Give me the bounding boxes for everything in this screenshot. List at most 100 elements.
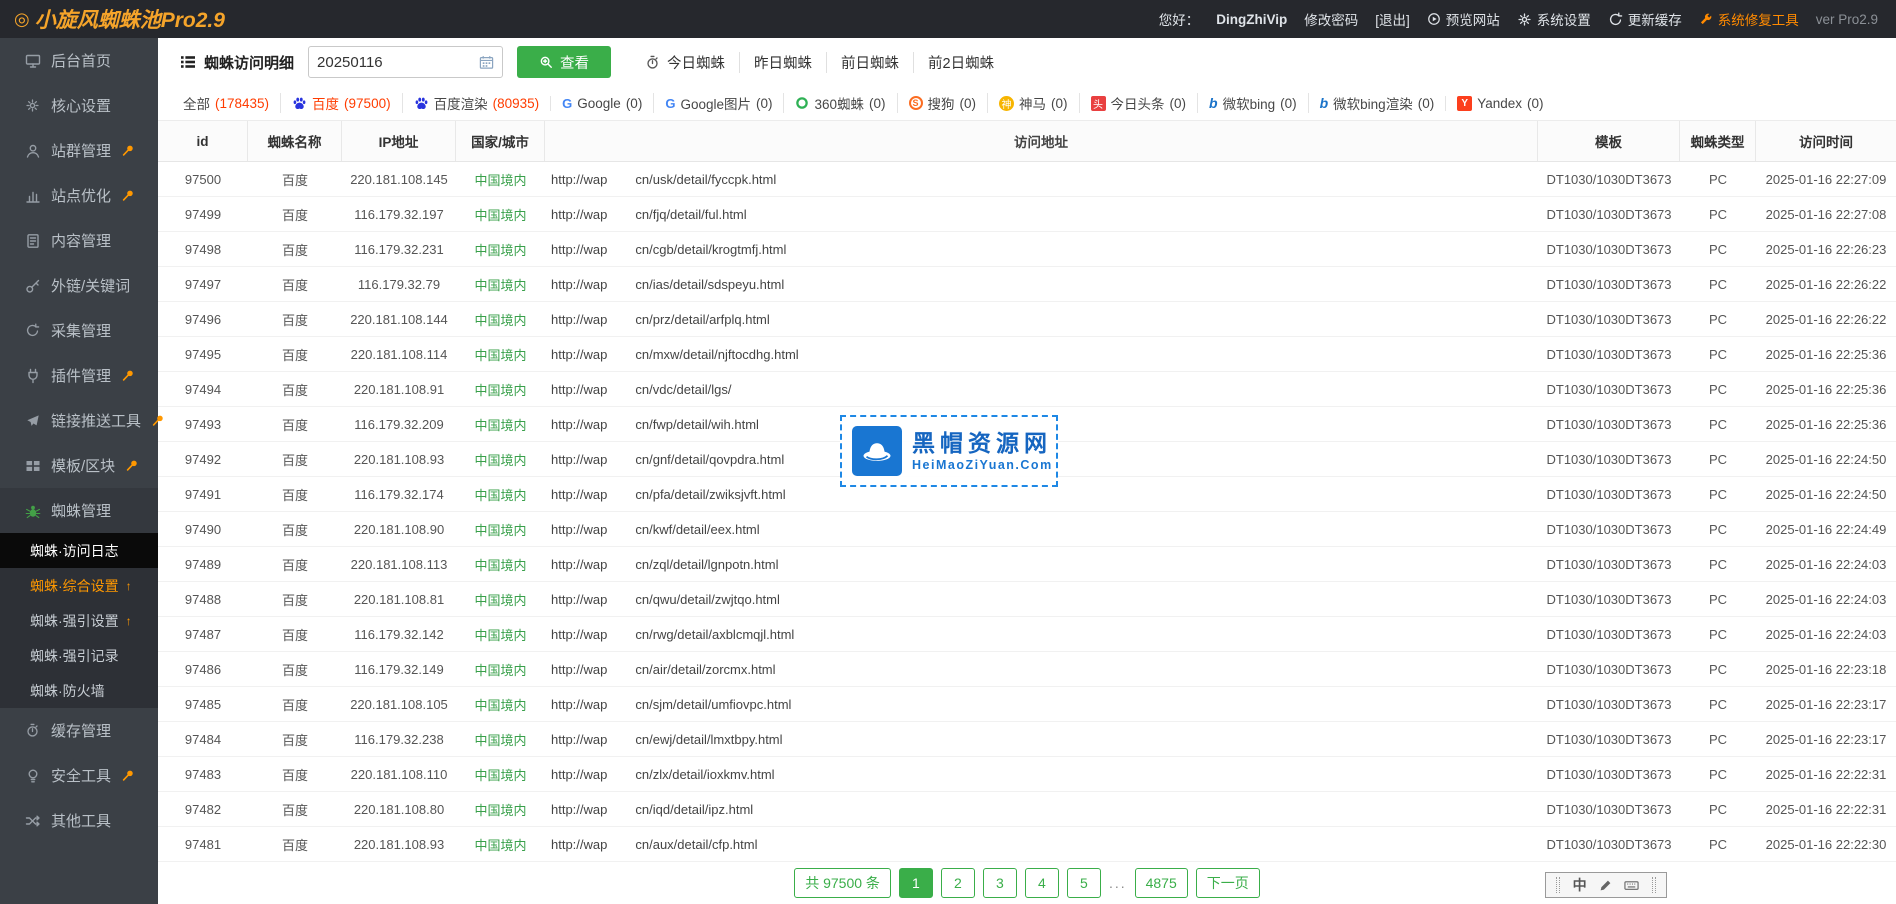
cell-visit-url: http://wap cn/qwu/detail/zwjtqo.html	[545, 582, 1538, 616]
sidebar-item[interactable]: 站点优化	[0, 173, 158, 218]
pen-icon[interactable]	[1599, 879, 1612, 892]
cell-ip: 116.179.32.197	[342, 197, 456, 231]
spider-filter[interactable]: G Google (0)	[550, 96, 653, 111]
sidebar-item[interactable]: 采集管理	[0, 308, 158, 353]
cell-visit-time: 2025-01-16 22:25:36	[1756, 372, 1896, 406]
logout-link[interactable]: [退出]	[1375, 9, 1410, 29]
up-arrow-indicator: ↑	[126, 579, 132, 593]
page-button[interactable]: 5	[1067, 868, 1101, 898]
spider-filter[interactable]: G Google图片 (0)	[653, 93, 783, 113]
cell-spider-type: PC	[1680, 302, 1756, 336]
last-page-button[interactable]: 4875	[1135, 868, 1188, 898]
ime-drag-handle[interactable]	[1556, 877, 1560, 893]
filter-label: Google图片	[680, 93, 751, 113]
cell-ip: 220.181.108.90	[342, 512, 456, 546]
filter-label: 微软bing渲染	[1333, 93, 1413, 113]
spider-filter[interactable]: 神 神马 (0)	[987, 93, 1079, 113]
sidebar-item[interactable]: 后台首页	[0, 38, 158, 83]
cell-ip: 220.181.108.81	[342, 582, 456, 616]
keyboard-icon[interactable]	[1624, 878, 1639, 893]
page-button[interactable]: 1	[899, 868, 933, 898]
system-repair-tool-link[interactable]: 系统修复工具	[1699, 9, 1799, 29]
quick-link[interactable]: 前日蜘蛛	[826, 52, 913, 73]
sidebar-subitem[interactable]: 蜘蛛·强引记录	[0, 638, 158, 673]
cell-ip: 116.179.32.238	[342, 722, 456, 756]
spider-filter[interactable]: 全部 (178435)	[172, 93, 280, 113]
spider-filter[interactable]: 360蜘蛛 (0)	[783, 93, 896, 113]
url-path: cn/prz/detail/arfplq.html	[635, 312, 769, 327]
cell-visit-url: http://wap cn/aux/detail/cfp.html	[545, 827, 1538, 861]
cell-visit-url: http://wap cn/vdc/detail/lgs/	[545, 372, 1538, 406]
cell-spider-name: 百度	[248, 582, 342, 616]
sidebar-item[interactable]: 核心设置	[0, 83, 158, 128]
update-cache-link[interactable]: 更新缓存	[1608, 9, 1682, 29]
page-button[interactable]: 4	[1025, 868, 1059, 898]
sidebar-item[interactable]: 其他工具	[0, 798, 158, 843]
ime-toolbar[interactable]: 中	[1545, 872, 1667, 898]
top-header-menu: 您好： DingZhiVip 修改密码 [退出] 预览网站 系统设置 更新缓存 …	[1159, 9, 1878, 29]
pin-icon	[126, 459, 139, 472]
sidebar-subitem[interactable]: 蜘蛛·综合设置 ↑	[0, 568, 158, 603]
spider-filter[interactable]: 百度渲染 (80935)	[402, 93, 551, 113]
sidebar-subitem[interactable]: 蜘蛛·访问日志	[0, 533, 158, 568]
sidebar-item-label: 内容管理	[51, 230, 111, 251]
cell-visit-url: http://wap cn/prz/detail/arfplq.html	[545, 302, 1538, 336]
column-header-visit-url: 访问地址	[545, 121, 1538, 161]
spider-filter[interactable]: S 搜狗 (0)	[897, 93, 988, 113]
sidebar-item[interactable]: 插件管理	[0, 353, 158, 398]
ime-drag-handle[interactable]	[1652, 877, 1656, 893]
next-page-button[interactable]: 下一页	[1196, 868, 1260, 898]
current-user[interactable]: DingZhiVip	[1216, 12, 1287, 27]
spider-filter[interactable]: 百度 (97500)	[280, 93, 402, 113]
preview-site-link[interactable]: 预览网站	[1427, 9, 1500, 29]
url-prefix: http://wap	[551, 172, 607, 187]
sidebar-item[interactable]: 缓存管理	[0, 708, 158, 753]
sidebar-item-label: 外链/关键词	[51, 275, 130, 296]
url-censored-domain	[607, 837, 635, 851]
quick-link[interactable]: 前2日蜘蛛	[913, 52, 1008, 73]
spider-filter[interactable]: Y Yandex (0)	[1445, 96, 1554, 111]
quick-link[interactable]: 昨日蜘蛛	[739, 52, 826, 73]
sidebar-item[interactable]: 链接推送工具	[0, 398, 158, 443]
cell-ip: 116.179.32.231	[342, 232, 456, 266]
cell-id: 97482	[158, 792, 248, 826]
sidebar-item[interactable]: 站群管理	[0, 128, 158, 173]
page-button[interactable]: 2	[941, 868, 975, 898]
calendar-icon[interactable]	[479, 55, 494, 70]
cell-ip: 220.181.108.91	[342, 372, 456, 406]
cell-id: 97493	[158, 407, 248, 441]
spider-filter[interactable]: b 微软bing渲染 (0)	[1308, 93, 1446, 113]
cell-template: DT1030/1030DT3673	[1538, 617, 1680, 651]
sidebar-item-spider-management[interactable]: 蜘蛛管理	[0, 488, 158, 533]
ime-language-toggle[interactable]: 中	[1573, 875, 1587, 895]
sidebar-item[interactable]: 内容管理	[0, 218, 158, 263]
filter-label: Yandex	[1477, 96, 1522, 111]
page-button[interactable]: 3	[983, 868, 1017, 898]
filter-count: (80935)	[493, 96, 540, 111]
view-button[interactable]: 查看	[517, 46, 611, 78]
sidebar-item-label: 缓存管理	[51, 720, 111, 741]
pin-icon	[152, 414, 165, 427]
cell-ip: 116.179.32.174	[342, 477, 456, 511]
sidebar-item[interactable]: 模板/区块	[0, 443, 158, 488]
sidebar-item[interactable]: 安全工具	[0, 753, 158, 798]
sidebar-subitem[interactable]: 蜘蛛·防火墙	[0, 673, 158, 708]
spider-filter[interactable]: b 微软bing (0)	[1197, 93, 1308, 113]
view-button-label: 查看	[560, 52, 589, 73]
cell-visit-url: http://wap cn/cgb/detail/krogtmfj.html	[545, 232, 1538, 266]
system-settings-link[interactable]: 系统设置	[1517, 9, 1591, 29]
quick-link-label: 昨日蜘蛛	[754, 52, 812, 73]
sidebar-subitem[interactable]: 蜘蛛·强引设置 ↑	[0, 603, 158, 638]
quick-link[interactable]: 今日蜘蛛	[631, 52, 739, 73]
sidebar-item[interactable]: 外链/关键词	[0, 263, 158, 308]
cell-ip: 116.179.32.79	[342, 267, 456, 301]
url-censored-domain	[607, 767, 635, 781]
url-censored-domain	[607, 242, 635, 256]
cell-visit-url: http://wap cn/rwg/detail/axblcmqjl.html	[545, 617, 1538, 651]
cell-template: DT1030/1030DT3673	[1538, 442, 1680, 476]
date-input[interactable]	[317, 54, 479, 71]
spider-filter[interactable]: 头 今日头条 (0)	[1079, 93, 1198, 113]
change-password-link[interactable]: 修改密码	[1304, 9, 1358, 29]
cell-id: 97499	[158, 197, 248, 231]
preview-site-label: 预览网站	[1446, 9, 1500, 29]
